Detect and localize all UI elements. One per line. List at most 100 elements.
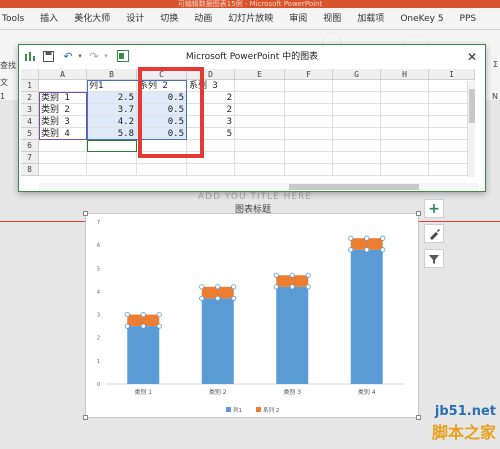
cell-h5[interactable] [381,128,429,140]
column-header-h[interactable]: H [381,69,429,80]
redo-dropdown-icon[interactable]: ▾ [99,49,113,63]
cell-f6[interactable] [285,140,333,152]
cell-e4[interactable] [235,116,285,128]
cell-h8[interactable] [381,164,429,176]
cell-a4[interactable]: 类别 3 [39,116,87,128]
selection-handle[interactable] [215,295,221,301]
resize-handle-br[interactable] [416,415,421,420]
cell-g5[interactable] [333,128,381,140]
ribbon-tab[interactable]: 幻灯片放映 [220,8,281,30]
cell-f4[interactable] [285,116,333,128]
ribbon-tab[interactable]: 动画 [186,8,220,30]
ribbon-tab[interactable]: Tools [0,8,32,30]
cell-b8[interactable] [87,164,137,176]
column-header-a[interactable]: A [39,69,87,80]
column-header-f[interactable]: F [285,69,333,80]
close-icon[interactable]: ✕ [467,50,477,64]
legend-label-2[interactable]: 系列 2 [263,406,279,414]
cell-b2[interactable]: 2.5 [87,92,137,104]
cell-g7[interactable] [333,152,381,164]
cell-h6[interactable] [381,140,429,152]
selection-handle[interactable] [140,311,146,318]
cell-g8[interactable] [333,164,381,176]
bar-1-1[interactable] [127,326,160,384]
selection-handle[interactable] [231,284,237,290]
selection-handle[interactable] [199,295,205,301]
selection-handle[interactable] [156,311,162,318]
cell-b7[interactable] [87,152,137,164]
cell-f2[interactable] [285,92,333,104]
cell-g3[interactable] [333,104,381,116]
data-grid[interactable]: A B C D E F G H I 1 列1 系列 2 系列 3 2 类别 1 2.5 0.5 2 3 类别 2 3.7… [21,69,475,181]
selection-handle[interactable] [289,272,295,278]
row-header-6[interactable]: 6 [21,140,39,152]
ribbon-tab[interactable]: 切换 [152,8,186,30]
horizontal-scroll-thumb[interactable] [289,184,419,190]
row-header-5[interactable]: 5 [21,128,39,140]
row-header-4[interactable]: 4 [21,116,39,128]
column-header-i[interactable]: I [429,69,475,80]
bar-1-2[interactable] [201,298,234,384]
cell-a7[interactable] [39,152,87,164]
cell-b1[interactable]: 列1 [87,80,137,92]
selection-handle[interactable] [124,311,130,318]
selection-handle[interactable] [231,295,237,301]
cell-h3[interactable] [381,104,429,116]
cell-g1[interactable] [333,80,381,92]
column-header-e[interactable]: E [235,69,285,80]
cell-b5[interactable]: 5.8 [87,128,137,140]
selection-handle[interactable] [380,247,386,253]
cell-a5[interactable]: 类别 4 [39,128,87,140]
cell-a3[interactable]: 类别 2 [39,104,87,116]
resize-handle-tr[interactable] [416,211,421,216]
cell-f1[interactable] [285,80,333,92]
vertical-scrollbar[interactable] [467,81,475,177]
selection-handle[interactable] [273,272,279,278]
cell-f5[interactable] [285,128,333,140]
ribbon-tab[interactable]: 视图 [315,8,349,30]
selection-handle[interactable] [140,323,146,329]
cell-e1[interactable] [235,80,285,92]
resize-handle-bl[interactable] [83,415,88,420]
selection-handle[interactable] [273,284,279,290]
chart-data-window[interactable]: Microsoft PowerPoint 中的图表 ↶ ▾ ↷ ▾ ✕ ABCD… [18,44,486,192]
row-header-7[interactable]: 7 [21,152,39,164]
find-label[interactable]: 查找 [0,60,16,71]
selection-handle[interactable] [305,284,311,290]
cell-c8[interactable] [137,164,187,176]
cell-e8[interactable] [235,164,285,176]
save-icon[interactable] [41,49,55,63]
ribbon-tab[interactable]: PPS [452,8,485,30]
cell-e3[interactable] [235,104,285,116]
select-all-corner[interactable] [21,69,39,80]
cell-g4[interactable] [333,116,381,128]
row-header-2[interactable]: 2 [21,92,39,104]
cell-a6[interactable] [39,140,87,152]
bar-1-3[interactable] [276,286,309,384]
cell-g2[interactable] [333,92,381,104]
selection-handle[interactable] [199,284,205,290]
cell-g6[interactable] [333,140,381,152]
cell-e2[interactable] [235,92,285,104]
selection-handle[interactable] [364,235,370,241]
row-header-1[interactable]: 1 [21,80,39,92]
cell-h7[interactable] [381,152,429,164]
cell-a8[interactable] [39,164,87,176]
ribbon-tab[interactable]: 加载项 [349,8,392,30]
selection-handle[interactable] [348,235,354,241]
add-chart-element-button[interactable]: + [424,199,444,218]
cell-f3[interactable] [285,104,333,116]
vertical-scroll-thumb[interactable] [469,89,475,123]
undo-dropdown-icon[interactable]: ▾ [73,49,87,63]
cell-b6[interactable] [87,140,137,152]
selection-handle[interactable] [124,323,130,329]
cell-e7[interactable] [235,152,285,164]
chart-plot[interactable]: 0 1 2 3 4 5 6 7 类别 1 类别 2 类别 3 类别 4 列1 系列 2 [86,214,418,417]
ribbon-tab[interactable]: 审阅 [281,8,315,30]
edit-data-in-excel-icon[interactable] [116,49,130,63]
cell-h4[interactable] [381,116,429,128]
selection-handle[interactable] [380,235,386,241]
row-header-3[interactable]: 3 [21,104,39,116]
legend-label-1[interactable]: 列1 [233,406,242,414]
cell-a1[interactable] [39,80,87,92]
